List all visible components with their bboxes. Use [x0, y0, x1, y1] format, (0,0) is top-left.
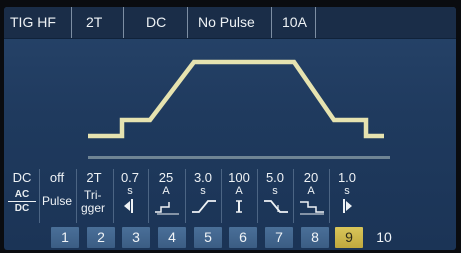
ac-dc-icon: AC DC — [8, 189, 36, 214]
param-button-8[interactable]: 8 — [301, 227, 329, 248]
divider — [257, 169, 258, 223]
ac-label: AC — [8, 189, 36, 202]
param-button-6[interactable]: 6 — [229, 227, 257, 248]
param-button-4[interactable]: 4 — [158, 227, 186, 248]
end-current-icon — [300, 201, 324, 215]
divider — [221, 169, 222, 223]
param-button-1[interactable]: 1 — [51, 227, 79, 248]
dc-label: DC — [14, 203, 30, 214]
downslope-icon — [264, 200, 288, 213]
trigger-label-bottom: gger — [81, 201, 106, 215]
divider — [113, 169, 114, 223]
welding-cycle-graph — [4, 38, 456, 172]
divider — [185, 169, 186, 223]
start-current-icon — [155, 202, 179, 215]
gas-preflow-icon — [124, 199, 133, 213]
current-type[interactable]: DC — [124, 7, 188, 38]
divider — [76, 169, 77, 223]
current-curve — [88, 59, 384, 139]
param-button-3[interactable]: 3 — [122, 227, 150, 248]
param-button-5[interactable]: 5 — [194, 227, 222, 248]
status-bar: TIG HF 2T DC No Pulse 10A — [4, 7, 456, 39]
param-button-2[interactable]: 2 — [87, 227, 115, 248]
param-trigger-value[interactable]: 2T — [78, 169, 110, 187]
param-current-type-value[interactable]: DC — [6, 169, 38, 187]
welding-current[interactable]: 10A — [272, 7, 316, 38]
pulse-label: Pulse — [42, 194, 73, 208]
trigger-label-top: Tri- — [84, 188, 102, 202]
main-current-icon — [236, 200, 242, 213]
param-button-10[interactable]: 10 — [370, 227, 398, 248]
divider — [293, 169, 294, 223]
gas-postflow-icon — [343, 199, 352, 213]
param-button-7[interactable]: 7 — [265, 227, 293, 248]
divider — [148, 169, 149, 223]
timeline-bar — [88, 156, 390, 159]
parameter-row: DC AC DC off Pulse 2T Tri- gger 0.7 s 25… — [4, 169, 456, 225]
param-pulse-value[interactable]: off — [40, 169, 74, 187]
welder-display: TIG HF 2T DC No Pulse 10A DC AC DC off P… — [4, 7, 456, 250]
trigger-mode[interactable]: 2T — [72, 7, 124, 38]
pulse-mode[interactable]: No Pulse — [188, 7, 272, 38]
upslope-icon — [192, 200, 216, 213]
param-button-9[interactable]: 9 — [335, 227, 363, 248]
process-mode[interactable]: TIG HF — [4, 7, 72, 38]
divider — [329, 169, 330, 223]
parameter-selector: 1 2 3 4 5 6 7 8 9 10 — [4, 224, 456, 250]
